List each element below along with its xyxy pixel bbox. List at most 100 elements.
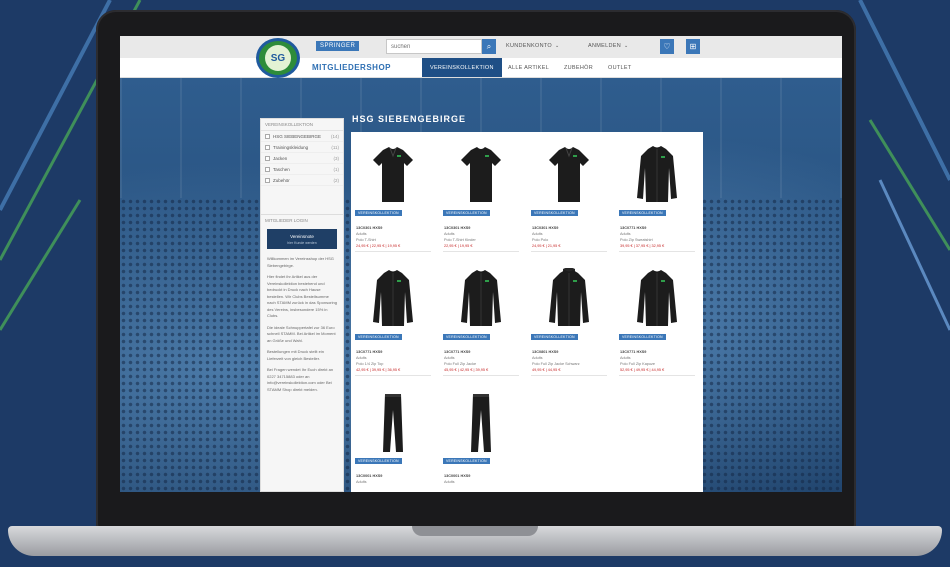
product-size-group: Adults <box>620 232 631 236</box>
product-image[interactable] <box>545 267 593 330</box>
product-name[interactable]: Polo 1/4 Zip Top <box>356 362 383 366</box>
product-price: 39,95 € | 37,95 € | 32,95 € <box>620 244 665 248</box>
cart-icon: ⊞ <box>689 42 697 51</box>
product-sku[interactable]: 13C0771 HXS9 <box>620 226 646 230</box>
member-register-button[interactable]: Vereinsnote hier Kunde werden <box>267 229 337 249</box>
product-size-group: Adults <box>444 356 455 360</box>
product-price: 24,95 € | 21,95 € <box>532 244 561 248</box>
nav-vereinskollektion[interactable]: VEREINSKOLLEKTION <box>422 58 502 77</box>
product-image[interactable] <box>457 268 505 330</box>
member-info-text: Willkommen im Vereinsshop der HSG Sieben… <box>261 252 343 402</box>
product-sku[interactable]: 13C0301 HXS9 <box>532 226 558 230</box>
category-checkbox[interactable] <box>265 155 270 161</box>
product-card[interactable]: VEREINSKOLLEKTION 13C0001 HXS9 Adults <box>439 386 523 492</box>
product-sku[interactable]: 13C0771 HXS9 <box>356 350 382 354</box>
product-name[interactable]: Polo T-Shirt Kinder <box>444 238 476 242</box>
product-card[interactable]: VEREINSKOLLEKTION 13C0301 HXS9 Adults Polo … <box>351 138 435 262</box>
nav-zubehoer[interactable]: ZUBEHÖR <box>556 58 601 77</box>
page-title: HSG SIEBENGEBIRGE <box>352 114 467 124</box>
product-card[interactable]: VEREINSKOLLEKTION 13C0771 HXS9 Adults Polo … <box>615 262 699 386</box>
category-label: HSG SIEBENGEBIRGE <box>273 133 322 139</box>
member-register-label: Vereinsnote <box>290 233 314 239</box>
category-count: (11) <box>331 144 339 150</box>
product-image[interactable] <box>457 392 505 454</box>
category-filter-item[interactable]: Taschen (1) <box>261 164 343 175</box>
top-header: SPRINGER ⌕ KUNDENKONTO⌄ ANMELDEN⌄ ♡ ⊞ <box>120 36 842 58</box>
shop-title[interactable]: MITGLIEDERSHOP <box>312 63 391 72</box>
product-image[interactable] <box>633 144 681 206</box>
nav-outlet[interactable]: OUTLET <box>600 58 640 77</box>
category-filter-item[interactable]: Zubehör (2) <box>261 175 343 186</box>
product-size-group: Adults <box>532 356 543 360</box>
category-filter-item[interactable]: Trainingskleidung (11) <box>261 142 343 153</box>
product-card[interactable]: VEREINSKOLLEKTION 13C0301 HXS9 Adults Polo … <box>439 138 523 262</box>
product-size-group: Adults <box>444 480 455 484</box>
category-checkbox[interactable] <box>265 177 270 183</box>
cart-button[interactable]: ⊞ <box>686 39 700 54</box>
category-filter-item[interactable]: HSG SIEBENGEBIRGE (14) <box>261 131 343 142</box>
product-image[interactable] <box>457 144 505 206</box>
product-name[interactable]: Polo Zip Sweatshirt <box>620 238 653 242</box>
category-label: Zubehör <box>273 177 290 183</box>
menu-customer-account[interactable]: KUNDENKONTO ⌄ <box>506 43 559 49</box>
category-checkbox[interactable] <box>265 144 270 150</box>
product-divider <box>443 251 519 252</box>
product-sku[interactable]: 13C0801 HXS9 <box>532 350 558 354</box>
product-divider <box>619 375 695 376</box>
category-filter-item[interactable]: Jacken (3) <box>261 153 343 164</box>
product-card[interactable]: VEREINSKOLLEKTION 13C0801 HXS9 Adults Polo … <box>527 262 611 386</box>
nav-alle-artikel[interactable]: ALLE ARTIKEL <box>500 58 557 77</box>
wishlist-button[interactable]: ♡ <box>660 39 674 54</box>
product-name[interactable]: Polo Full Zip Jacke <box>444 362 476 366</box>
member-info-paragraph: Die ideale Schnuppertafel zur 36 Euro sc… <box>267 324 336 343</box>
product-image[interactable] <box>369 392 417 454</box>
member-info-title: MITGLIEDER LOGIN <box>265 218 308 223</box>
product-badge: VEREINSKOLLEKTION <box>619 334 666 340</box>
product-sku[interactable]: 13C0771 HXS9 <box>444 350 470 354</box>
category-label: Trainingskleidung <box>273 144 309 150</box>
laptop-screen: SPRINGER ⌕ KUNDENKONTO⌄ ANMELDEN⌄ ♡ ⊞ SG… <box>120 36 842 492</box>
category-checkbox[interactable] <box>265 133 270 139</box>
product-size-group: Adults <box>620 356 631 360</box>
product-badge: VEREINSKOLLEKTION <box>531 210 578 216</box>
search-button[interactable]: ⌕ <box>482 39 496 54</box>
search-input[interactable] <box>386 39 482 54</box>
product-badge: VEREINSKOLLEKTION <box>355 458 402 464</box>
product-card[interactable]: VEREINSKOLLEKTION 13C0301 HXS9 Adults Polo … <box>527 138 611 262</box>
product-image[interactable] <box>545 144 593 206</box>
product-sku[interactable]: 13C0301 HXS9 <box>444 226 470 230</box>
product-name[interactable]: Polo Full Zip Kapuze <box>620 362 655 366</box>
product-sku[interactable]: 13C0301 HXS9 <box>356 226 382 230</box>
product-name[interactable]: Polo Full Zip Jacke Schwarz <box>532 362 580 366</box>
product-name[interactable]: Polo T-Shirt <box>356 238 376 242</box>
product-size-group: Adults <box>356 356 367 360</box>
laptop-notch <box>412 526 538 536</box>
product-image[interactable] <box>633 268 681 330</box>
product-size-group: Adults <box>532 232 543 236</box>
category-count: (14) <box>330 133 339 139</box>
product-card[interactable]: VEREINSKOLLEKTION 13C0771 HXS9 Adults Polo … <box>615 138 699 262</box>
product-divider <box>355 375 431 376</box>
product-badge: VEREINSKOLLEKTION <box>443 334 490 340</box>
product-card[interactable]: VEREINSKOLLEKTION 13C0771 HXS9 Adults Polo … <box>439 262 523 386</box>
product-price: 24,95 € | 22,95 € | 19,95 € <box>356 244 401 248</box>
product-name[interactable]: Polo Polo <box>532 238 548 242</box>
category-label: Jacken <box>273 155 288 161</box>
category-checkbox[interactable] <box>265 166 270 172</box>
product-image[interactable] <box>369 144 417 206</box>
product-sku[interactable]: 13C0771 HXS9 <box>620 350 646 354</box>
product-badge: VEREINSKOLLEKTION <box>355 334 402 340</box>
product-price: 42,95 € | 39,95 € | 36,95 € <box>356 368 401 372</box>
product-sku[interactable]: 13C0001 HXS9 <box>444 474 470 478</box>
product-badge: VEREINSKOLLEKTION <box>619 210 666 216</box>
product-image[interactable] <box>369 268 417 330</box>
search-icon: ⌕ <box>486 41 492 51</box>
product-card[interactable]: VEREINSKOLLEKTION 13C0771 HXS9 Adults Polo … <box>351 262 435 386</box>
product-grid: VEREINSKOLLEKTION 13C0301 HXS9 Adults Polo … <box>351 132 703 492</box>
menu-login[interactable]: ANMELDEN ⌄ <box>588 43 628 49</box>
club-logo[interactable]: SG <box>256 38 300 78</box>
product-sku[interactable]: 13C0001 HXS9 <box>356 474 382 478</box>
brand-tag[interactable]: SPRINGER <box>316 41 360 51</box>
product-card[interactable]: VEREINSKOLLEKTION 13C0001 HXS9 Adults <box>351 386 435 492</box>
category-count: (1) <box>333 166 340 172</box>
